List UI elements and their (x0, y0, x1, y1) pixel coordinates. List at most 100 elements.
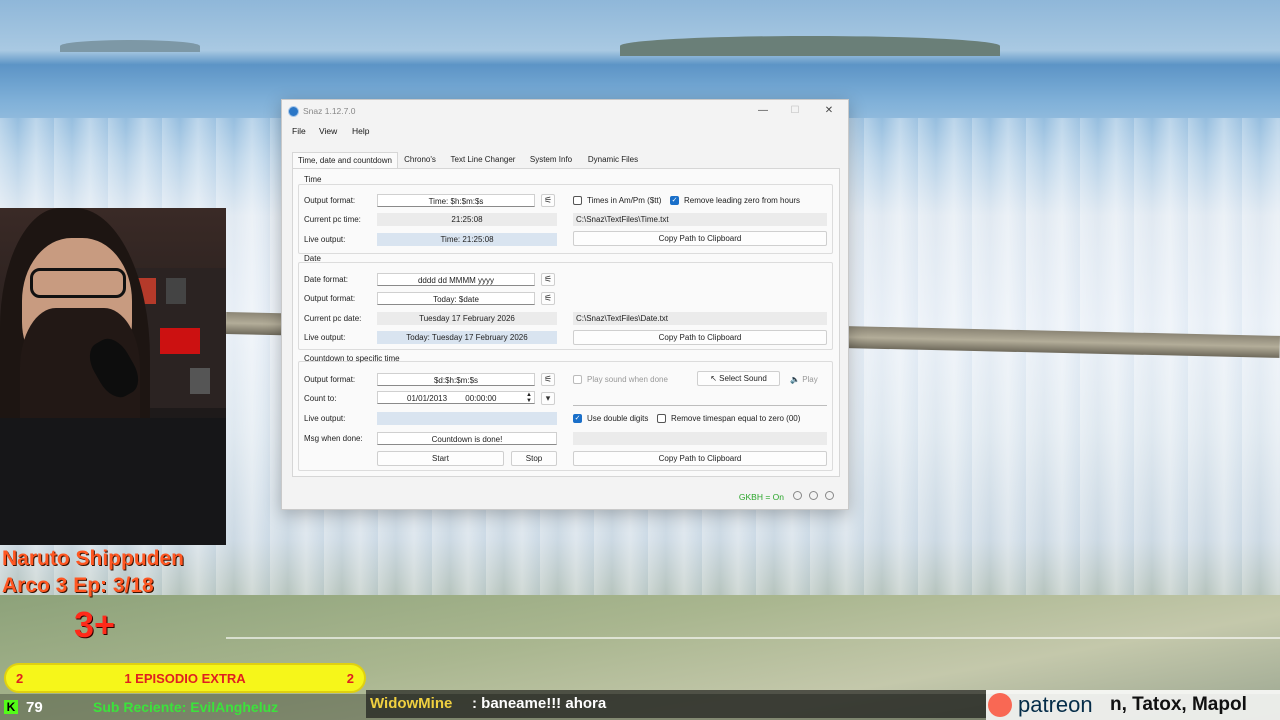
extra-label: 1 EPISODIO EXTRA (124, 671, 246, 686)
chat-message: WidowMine : baneame!!! ahora (366, 690, 986, 718)
count-to-time[interactable]: 00:00:00 (465, 394, 496, 403)
date-live-output-value: Today: Tuesday 17 February 2026 (377, 331, 557, 344)
date-live-output-label: Live output: (304, 333, 346, 342)
time-live-output-value: Time: 21:25:08 (377, 233, 557, 246)
shelf-item (190, 368, 210, 394)
msg-when-done-input[interactable]: Countdown is done! (377, 432, 557, 445)
chat-username: WidowMine (370, 695, 453, 712)
extra-episode-banner: 2 1 EPISODIO EXTRA 2 (4, 663, 366, 693)
select-sound-label: Select Sound (719, 374, 767, 383)
stop-button[interactable]: Stop (511, 451, 557, 466)
countdown-copy-path-button[interactable]: Copy Path to Clipboard (573, 451, 827, 466)
spin-icon[interactable]: ▲ ▼ (526, 392, 532, 404)
shelf-item (160, 328, 200, 354)
window-title: Snaz 1.12.7.0 (303, 106, 356, 116)
tab-chronos[interactable]: Chrono's (400, 152, 440, 169)
time-remove-zero-checkbox[interactable]: ✓ (670, 196, 679, 205)
play-button[interactable]: 🔈 Play (790, 375, 818, 384)
remove-timespan-checkbox[interactable] (657, 414, 666, 423)
tab-dynamic-files[interactable]: Dynamic Files (582, 152, 644, 169)
current-time-label: Current pc time: (304, 215, 361, 224)
tab-text-line-changer[interactable]: Text Line Changer (446, 152, 520, 169)
date-output-options-icon[interactable]: ⚟ (541, 292, 555, 305)
count-to-date[interactable]: 01/01/2013 (407, 394, 447, 403)
time-output-format-input[interactable]: Time: $h:$m:$s (377, 194, 535, 207)
count-to-label: Count to: (304, 394, 337, 403)
countdown-format-options-icon[interactable]: ⚟ (541, 373, 555, 386)
tab-panel: Time Output format: Time: $h:$m:$s ⚟ Tim… (292, 168, 840, 477)
snaz-window: Snaz 1.12.7.0 — ☐ ✕ File View Help Time,… (281, 99, 849, 510)
app-icon (288, 106, 299, 117)
menu-file[interactable]: File (292, 126, 306, 136)
status-indicator-icon (809, 491, 818, 500)
date-format-input[interactable]: dddd dd MMMM yyyy (377, 273, 535, 286)
count-to-picker[interactable]: 01/01/2013 00:00:00 ▲ ▼ (377, 391, 535, 404)
maximize-button[interactable]: ☐ (782, 103, 808, 119)
extra-right-count: 2 (346, 671, 354, 686)
recent-sub: Sub Reciente: EvilAngheluz (93, 699, 279, 715)
hotkeys-status: GKBH = On (738, 492, 784, 502)
date-output-format-label: Output format: (304, 294, 356, 303)
status-indicator-icon (825, 491, 834, 500)
current-time-value: 21:25:08 (377, 213, 557, 226)
title-bar[interactable]: Snaz 1.12.7.0 — ☐ ✕ (282, 100, 848, 122)
episode-count-badge: 3+ (74, 604, 116, 645)
menu-view[interactable]: View (319, 126, 337, 136)
glasses (30, 268, 126, 298)
time-output-format-label: Output format: (304, 196, 356, 205)
patreon-wordmark: patreon (1018, 692, 1093, 717)
date-output-format-input[interactable]: Today: $date (377, 292, 535, 305)
kick-icon: K (4, 700, 18, 714)
msg-when-done-label: Msg when done: (304, 434, 363, 443)
select-sound-button[interactable]: ↖ Select Sound (697, 371, 780, 386)
streamer-hoodie (0, 418, 226, 545)
divider-line (226, 637, 1280, 639)
start-button[interactable]: Start (377, 451, 504, 466)
countdown-output-format-label: Output format: (304, 375, 356, 384)
menu-bar: File View Help (282, 122, 848, 140)
tab-system-info[interactable]: System Info (526, 152, 576, 169)
status-indicator-icon (793, 491, 802, 500)
time-ampm-checkbox[interactable] (573, 196, 582, 205)
date-format-options-icon[interactable]: ⚟ (541, 273, 555, 286)
countdown-group-title: Countdown to specific time (304, 354, 400, 363)
menu-help[interactable]: Help (352, 126, 369, 136)
double-digits-checkbox[interactable]: ✓ (573, 414, 582, 423)
patreon-icon (988, 693, 1012, 717)
date-format-label: Date format: (304, 275, 349, 284)
webcam-feed (0, 208, 226, 545)
play-sound-checkbox[interactable] (573, 375, 582, 384)
show-title: Naruto Shippuden (2, 547, 184, 570)
time-group-title: Time (304, 175, 322, 184)
double-digits-label: Use double digits (587, 414, 649, 423)
time-remove-zero-label: Remove leading zero from hours (684, 196, 801, 205)
countdown-live-output-label: Live output: (304, 414, 346, 423)
shelf-item (166, 278, 186, 304)
date-copy-path-button[interactable]: Copy Path to Clipboard (573, 330, 827, 345)
time-format-options-icon[interactable]: ⚟ (541, 194, 555, 207)
background-hill (60, 40, 200, 52)
cursor-icon: ↖ (710, 374, 720, 383)
minimize-button[interactable]: — (750, 103, 776, 119)
chat-text: : baneame!!! ahora (472, 695, 607, 712)
patreon-names: n, Tatox, Mapol (1110, 694, 1247, 715)
time-file-path: C:\Snaz\TextFiles\Time.txt (573, 213, 827, 226)
patreon-ticker: patreon n, Tatox, Mapol (986, 690, 1280, 720)
time-live-output-label: Live output: (304, 235, 346, 244)
time-ampm-label: Times in Am/Pm ($tt) (587, 196, 662, 205)
countdown-output-format-input[interactable]: $d:$h:$m:$s (377, 373, 535, 386)
close-button[interactable]: ✕ (816, 103, 842, 119)
calendar-picker-icon[interactable]: ▾ (541, 392, 555, 405)
date-file-path: C:\Snaz\TextFiles\Date.txt (573, 312, 827, 325)
speaker-icon: 🔈 (790, 375, 803, 384)
countdown-file-path (573, 432, 827, 445)
time-copy-path-button[interactable]: Copy Path to Clipboard (573, 231, 827, 246)
current-date-label: Current pc date: (304, 314, 362, 323)
viewer-count: 79 (26, 699, 43, 716)
date-group-title: Date (304, 254, 321, 263)
arc-episode: Arco 3 Ep: 3/18 (2, 574, 154, 597)
current-date-value: Tuesday 17 February 2026 (377, 312, 557, 325)
sound-path-line (573, 405, 827, 406)
play-sound-label: Play sound when done (587, 375, 668, 384)
background-hill (620, 36, 1000, 56)
